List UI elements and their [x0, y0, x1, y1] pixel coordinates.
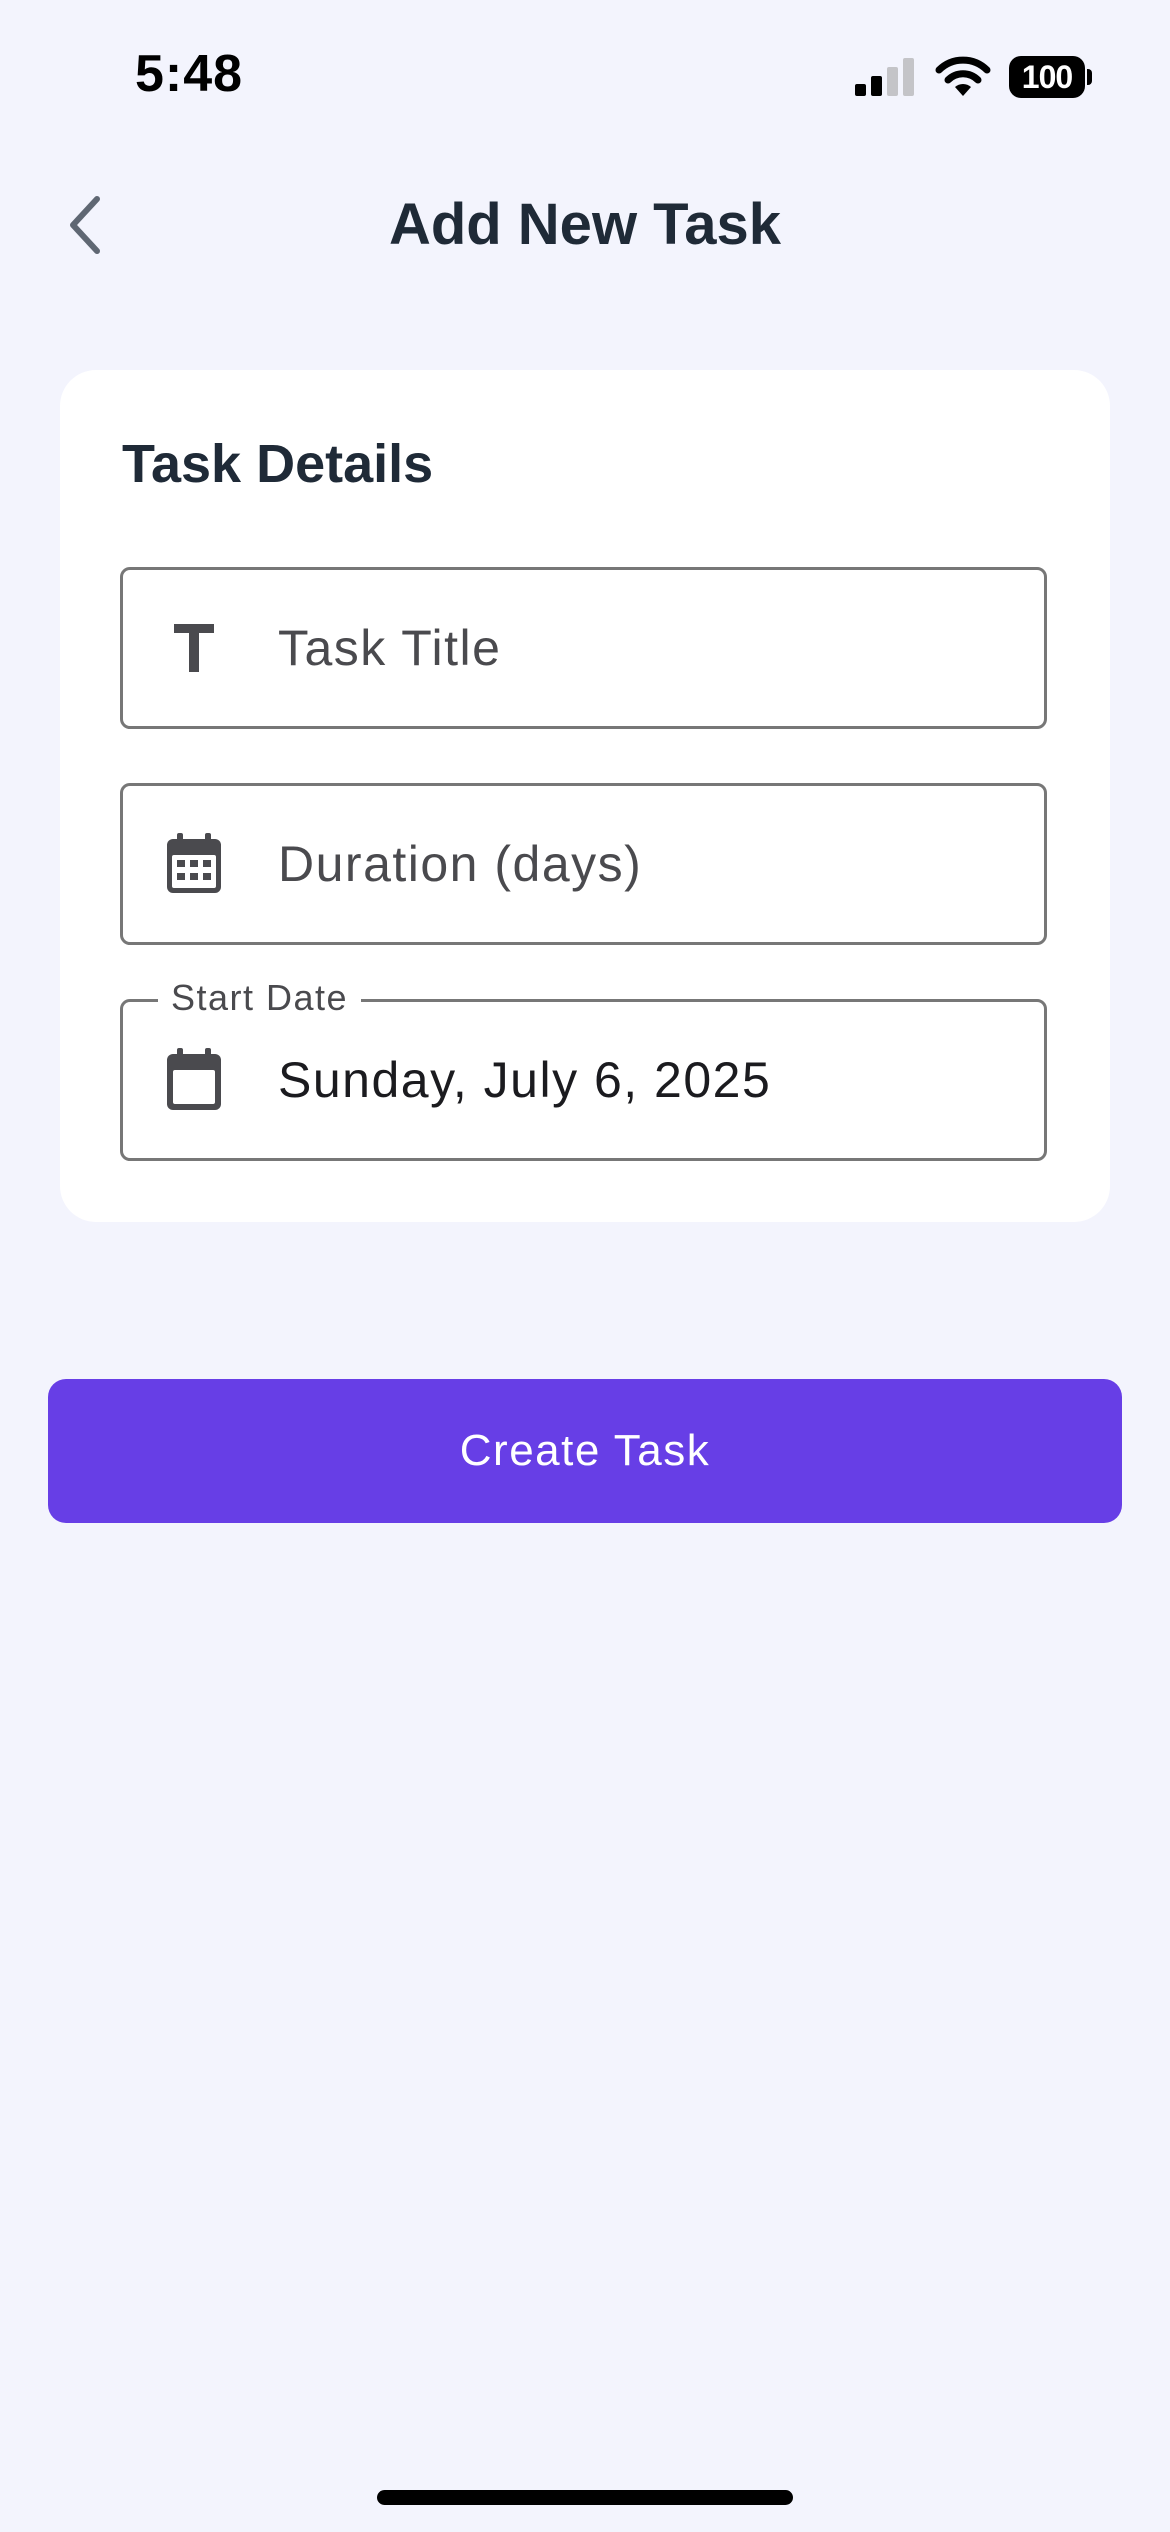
create-task-label: Create Task — [459, 1426, 711, 1475]
battery-icon: 100 — [1009, 56, 1092, 98]
start-date-label: Start Date — [158, 978, 362, 1018]
task-title-field[interactable]: Task Title — [120, 567, 1047, 729]
text-t-icon — [161, 615, 227, 681]
signal-icon — [855, 58, 914, 96]
card-title: Task Details — [122, 434, 434, 494]
status-icons: 100 — [855, 56, 1095, 100]
home-indicator[interactable] — [377, 2490, 793, 2505]
header: Add New Task — [0, 170, 1170, 280]
calendar-grid-icon — [161, 831, 227, 897]
task-title-placeholder: Task Title — [278, 620, 502, 676]
wifi-icon — [935, 56, 991, 96]
calendar-icon — [161, 1047, 227, 1113]
status-bar: 5:48 100 — [0, 0, 1170, 150]
status-time: 5:48 — [135, 45, 244, 103]
battery-level: 100 — [1021, 58, 1073, 95]
start-date-field[interactable]: Start Date Sunday, July 6, 2025 — [120, 978, 1047, 1161]
page-title: Add New Task — [388, 192, 782, 257]
duration-field[interactable]: Duration (days) — [120, 783, 1047, 945]
create-task-button[interactable]: Create Task — [48, 1379, 1122, 1523]
duration-placeholder: Duration (days) — [278, 836, 643, 892]
task-details-card: Task Details Task Title Duration (days) … — [60, 370, 1110, 1222]
start-date-value: Sunday, July 6, 2025 — [278, 1052, 772, 1108]
